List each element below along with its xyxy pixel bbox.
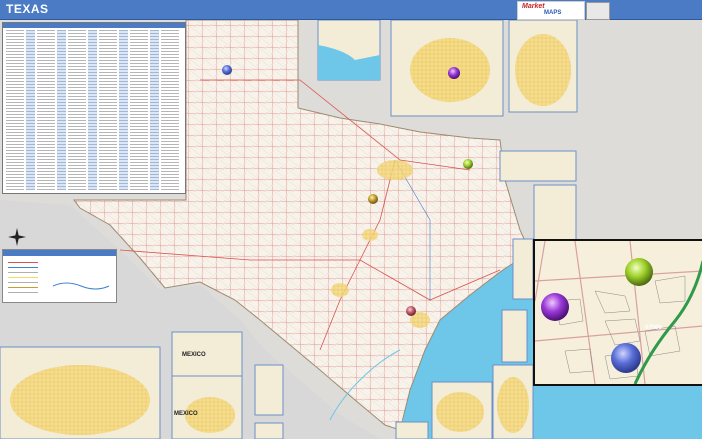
inset-austin-urban bbox=[497, 377, 529, 433]
index-column bbox=[26, 30, 35, 190]
label-mexico: MEXICO bbox=[174, 411, 198, 417]
legend-county bbox=[8, 287, 38, 288]
inset-east-texas[interactable] bbox=[499, 150, 577, 182]
inset-galveston[interactable] bbox=[512, 238, 534, 300]
dallas-metro bbox=[377, 160, 413, 180]
san-antonio-metro bbox=[331, 283, 349, 297]
index-column bbox=[150, 30, 159, 190]
index-column bbox=[57, 30, 66, 190]
map-title: TEXAS bbox=[6, 2, 49, 16]
index-column bbox=[6, 30, 24, 190]
compass-rose-icon bbox=[8, 228, 26, 246]
pin-austin[interactable] bbox=[368, 194, 378, 204]
zoom-pin-purple bbox=[541, 293, 569, 321]
legend-road bbox=[8, 282, 38, 283]
inset-corpus[interactable] bbox=[501, 309, 528, 363]
legend-road bbox=[8, 292, 38, 293]
zoom-detail-inset: 07066 bbox=[533, 239, 702, 386]
pin-dallas[interactable] bbox=[463, 159, 473, 169]
logo-word-2: MAPS bbox=[544, 10, 562, 16]
legend-urban bbox=[8, 277, 38, 278]
index-column bbox=[88, 30, 97, 190]
austin-metro bbox=[362, 229, 378, 241]
index-column bbox=[161, 30, 179, 190]
index-column bbox=[130, 30, 148, 190]
pin-houston[interactable] bbox=[406, 306, 416, 316]
title-bar: TEXAS Market MAPS bbox=[0, 0, 702, 20]
map-legend bbox=[2, 249, 117, 303]
zip-index-panel[interactable] bbox=[2, 22, 186, 194]
index-column bbox=[119, 30, 128, 190]
inset-houston-urban bbox=[10, 365, 150, 435]
label-mexico: MEXICO bbox=[182, 352, 206, 358]
legend-us-highway bbox=[8, 267, 38, 268]
legend-scale-bar bbox=[52, 282, 110, 290]
inset-beaumont[interactable] bbox=[533, 184, 577, 241]
pin-fort-worth[interactable] bbox=[448, 67, 460, 79]
inset-dallas-urban bbox=[515, 34, 571, 106]
index-column bbox=[68, 30, 86, 190]
legend-title-bar bbox=[3, 250, 116, 256]
inset-san-antonio-urban bbox=[436, 392, 484, 432]
publisher-logo: Market MAPS bbox=[517, 1, 585, 20]
inset-victoria[interactable] bbox=[395, 421, 429, 439]
zoom-pin-blue bbox=[611, 343, 641, 373]
index-column bbox=[37, 30, 55, 190]
legend-road bbox=[8, 272, 38, 273]
zoom-pin-green bbox=[625, 258, 653, 286]
edition-badge bbox=[586, 2, 610, 20]
legend-interstate bbox=[8, 262, 38, 263]
index-column bbox=[99, 30, 117, 190]
zoom-zip-label: 07066 bbox=[645, 325, 662, 331]
zoom-detail-svg bbox=[535, 241, 702, 384]
zip-index-header bbox=[3, 23, 185, 28]
inset-mcallen[interactable] bbox=[254, 364, 284, 416]
logo-word-1: Market bbox=[522, 3, 545, 10]
inset-harlingen[interactable] bbox=[254, 422, 284, 439]
pin-amarillo[interactable] bbox=[222, 65, 232, 75]
